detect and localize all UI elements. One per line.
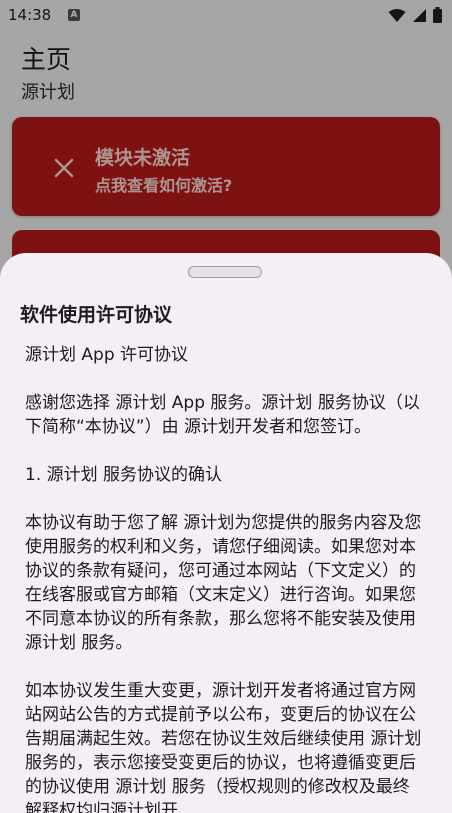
license-paragraph: 本协议有助于您了解 源计划为您提供的服务内容及您使用服务的权利和义务，请您仔细阅… <box>25 513 422 653</box>
license-paragraph: 如本协议发生重大变更，源计划开发者将通过官方网站网站公告的方式提前予以公布，变更… <box>25 681 422 813</box>
sheet-title: 软件使用许可协议 <box>20 304 173 326</box>
license-paragraph: 1. 源计划 服务协议的确认 <box>25 465 223 485</box>
license-bottom-sheet: 软件使用许可协议 源计划 App 许可协议 感谢您选择 源计划 App 服务。源… <box>0 253 452 813</box>
license-text[interactable]: 源计划 App 许可协议 感谢您选择 源计划 App 服务。源计划 服务协议（以… <box>25 343 425 813</box>
license-paragraph: 源计划 App 许可协议 <box>25 345 189 365</box>
license-paragraph: 感谢您选择 源计划 App 服务。源计划 服务协议（以下简称“本协议”）由 源计… <box>25 393 420 437</box>
drag-handle[interactable] <box>188 266 262 278</box>
